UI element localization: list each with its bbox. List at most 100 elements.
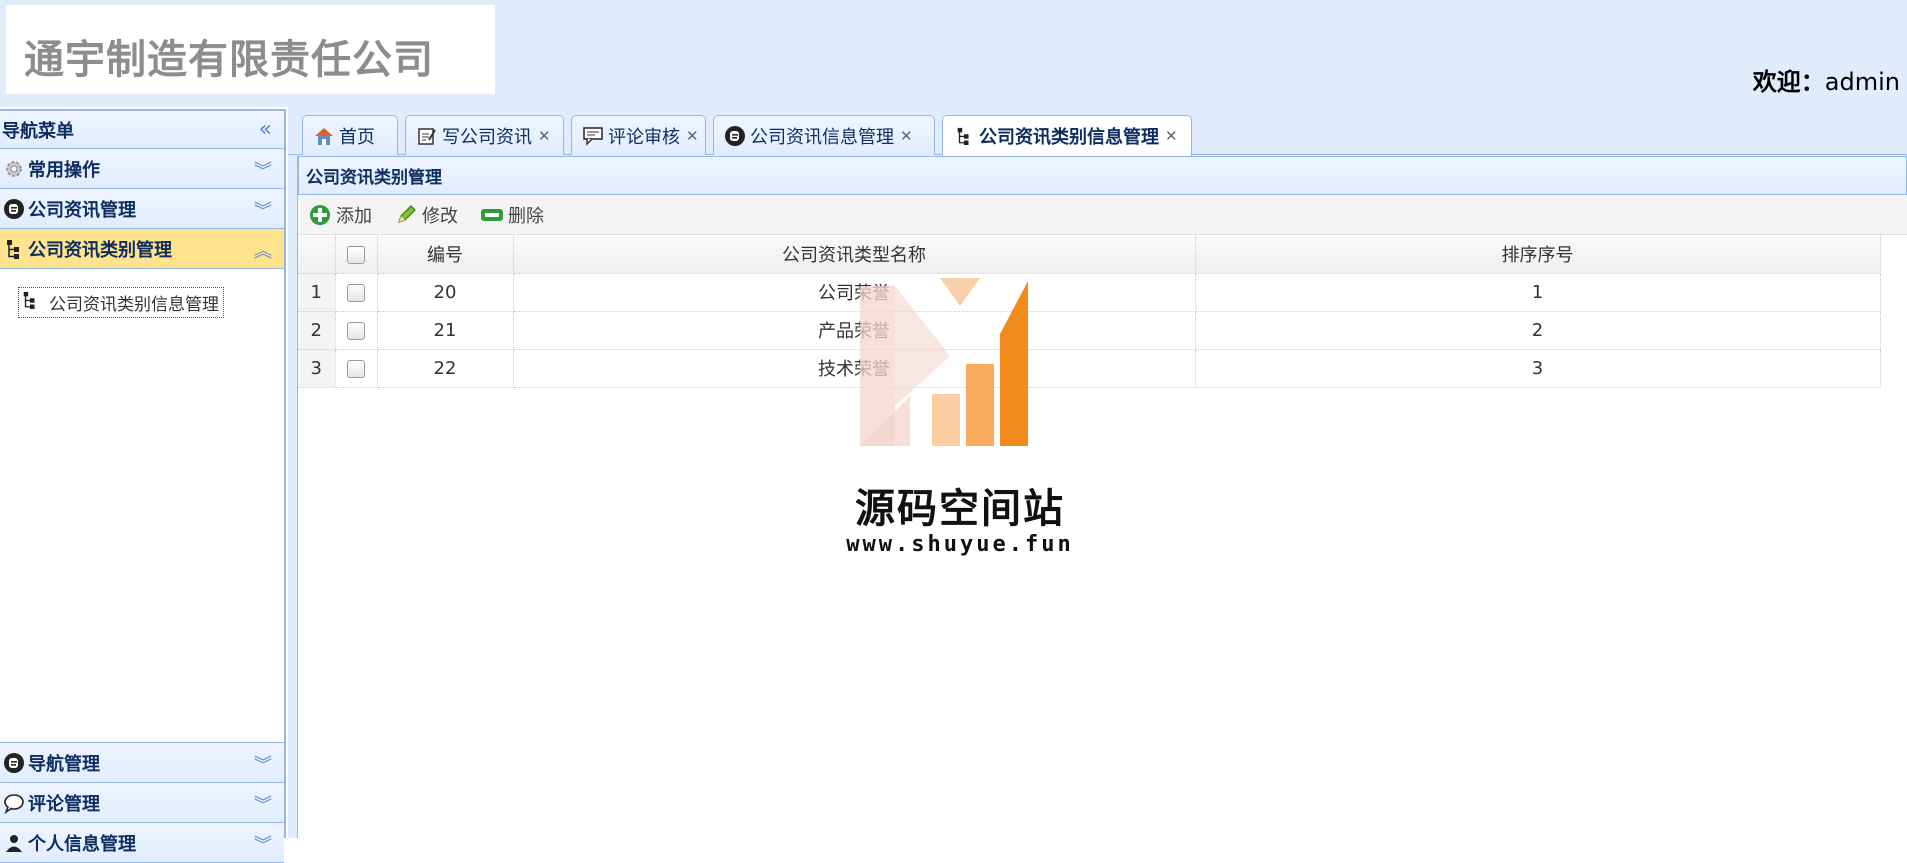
tab-comment-review[interactable]: 评论审核 ✕	[571, 115, 706, 155]
sidebar-section-label: 导航管理	[28, 753, 100, 775]
select-all-checkbox[interactable]	[347, 245, 365, 264]
sidebar-section-profile[interactable]: 个人信息管理 ︾	[0, 823, 284, 863]
tab-label: 首页	[339, 126, 375, 148]
user-icon	[2, 831, 26, 855]
delete-label: 删除	[508, 205, 544, 227]
sidebar-section-label: 公司资讯类别管理	[28, 239, 172, 261]
cell-name: 产品荣誉	[513, 311, 1196, 350]
username: admin	[1824, 68, 1900, 96]
table-header-row: 编号 公司资讯类型名称 排序序号	[298, 236, 1881, 274]
sidebar: 导航菜单 « 常用操作 ︾ 公司资讯管理 ︾ 公司资讯类别管理 ︽ 公司资讯类别…	[0, 109, 286, 863]
cell-name: 公司荣誉	[513, 273, 1196, 312]
chevron-down-icon: ︾	[254, 201, 272, 222]
cell-id: 20	[377, 273, 514, 312]
panel-title: 公司资讯类别管理	[306, 168, 442, 188]
sidebar-section-label: 公司资讯管理	[28, 199, 136, 221]
close-icon[interactable]: ✕	[900, 127, 913, 145]
tab-strip: 首页 写公司资讯 ✕ 评论审核 ✕ 公司资讯信息管理 ✕ 公司资讯类别信息管理 …	[288, 107, 1907, 156]
main-area: 首页 写公司资讯 ✕ 评论审核 ✕ 公司资讯信息管理 ✕ 公司资讯类别信息管理 …	[288, 107, 1907, 838]
sidebar-item-news-category-manage[interactable]: 公司资讯类别信息管理	[18, 287, 224, 318]
cell-id: 21	[377, 311, 514, 350]
table-row[interactable]: 3 22 技术荣誉 3	[298, 349, 1881, 388]
tab-home[interactable]: 首页	[302, 115, 398, 155]
delete-button[interactable]: 删除	[480, 202, 544, 228]
cell-order: 2	[1195, 311, 1881, 350]
row-select-cell	[335, 311, 378, 350]
welcome-label: 欢迎：	[1752, 68, 1825, 96]
collapse-sidebar-icon[interactable]: «	[259, 117, 272, 142]
toolbar: 添加 修改 删除	[298, 195, 1907, 235]
data-grid: 编号 公司资讯类型名称 排序序号 1 20 公司荣誉 1 2 21 产品荣誉 2…	[298, 236, 1881, 388]
sidebar-section-news-category[interactable]: 公司资讯类别管理 ︽	[0, 229, 284, 269]
sidebar-item-label: 公司资讯类别信息管理	[49, 295, 219, 315]
select-all-cell	[335, 236, 378, 274]
blogger-icon	[2, 751, 26, 775]
row-number: 3	[298, 349, 336, 388]
tab-write-news[interactable]: 写公司资讯 ✕	[405, 115, 564, 155]
content-panel: 公司资讯类别管理 添加 修改 删除 编号 公司资讯类型名称 排序序号 1 20 …	[297, 156, 1907, 838]
tab-label: 评论审核	[608, 126, 680, 148]
column-header[interactable]: 公司资讯类型名称	[513, 236, 1196, 274]
close-icon[interactable]: ✕	[686, 127, 699, 145]
row-checkbox[interactable]	[347, 321, 365, 340]
cell-order: 1	[1195, 273, 1881, 312]
tab-label: 公司资讯信息管理	[750, 126, 894, 148]
row-number: 2	[298, 311, 336, 350]
app-header: 通宇制造有限责任公司 欢迎：admin	[0, 0, 1907, 107]
speech-bubble-icon	[2, 791, 26, 815]
cell-order: 3	[1195, 349, 1881, 388]
close-icon[interactable]: ✕	[1165, 127, 1178, 145]
sidebar-section-nav[interactable]: 导航管理 ︾	[0, 743, 284, 783]
column-header[interactable]: 排序序号	[1195, 236, 1881, 274]
tree-icon	[953, 125, 975, 147]
tree-icon	[2, 237, 26, 261]
row-checkbox[interactable]	[347, 283, 365, 302]
tab-news-manage[interactable]: 公司资讯信息管理 ✕	[713, 115, 935, 155]
chevron-down-icon: ︾	[254, 755, 272, 776]
minus-icon	[480, 203, 504, 227]
gear-icon	[2, 157, 26, 181]
row-checkbox[interactable]	[347, 359, 365, 378]
edit-label: 修改	[422, 205, 458, 227]
add-label: 添加	[336, 205, 372, 227]
chevron-down-icon: ︾	[254, 795, 272, 816]
pencil-icon	[394, 203, 418, 227]
sidebar-section-body: 公司资讯类别信息管理	[0, 269, 284, 743]
tab-label: 公司资讯类别信息管理	[979, 127, 1159, 148]
close-icon[interactable]: ✕	[538, 127, 551, 145]
chevron-up-icon: ︽	[254, 241, 272, 262]
sidebar-section-common[interactable]: 常用操作 ︾	[0, 149, 284, 189]
sidebar-section-label: 评论管理	[28, 793, 100, 815]
table-row[interactable]: 1 20 公司荣誉 1	[298, 273, 1881, 312]
sidebar-section-news[interactable]: 公司资讯管理 ︾	[0, 189, 284, 229]
sidebar-section-comment[interactable]: 评论管理 ︾	[0, 783, 284, 823]
comment-icon	[582, 125, 604, 147]
blogger-icon	[724, 125, 746, 147]
company-name: 通宇制造有限责任公司	[24, 37, 434, 83]
table-row[interactable]: 2 21 产品荣誉 2	[298, 311, 1881, 350]
plus-icon	[308, 203, 332, 227]
row-select-cell	[335, 273, 378, 312]
row-select-cell	[335, 349, 378, 388]
chevron-down-icon: ︾	[254, 161, 272, 182]
home-icon	[313, 125, 335, 147]
add-button[interactable]: 添加	[308, 202, 372, 228]
edit-icon	[416, 125, 438, 147]
cell-id: 22	[377, 349, 514, 388]
tab-label: 写公司资讯	[442, 126, 532, 148]
welcome-text: 欢迎：admin	[1753, 62, 1900, 97]
cell-name: 技术荣誉	[513, 349, 1196, 388]
logo-banner: 通宇制造有限责任公司	[6, 5, 495, 94]
column-header[interactable]: 编号	[377, 236, 514, 274]
chevron-down-icon: ︾	[254, 835, 272, 856]
row-number: 1	[298, 273, 336, 312]
tree-icon	[21, 290, 39, 315]
blogger-icon	[2, 197, 26, 221]
row-number-header	[298, 236, 336, 274]
sidebar-title: 导航菜单	[2, 120, 74, 142]
sidebar-header: 导航菜单 «	[0, 111, 284, 149]
sidebar-section-label: 常用操作	[28, 159, 100, 181]
tab-news-category-manage[interactable]: 公司资讯类别信息管理 ✕	[942, 115, 1192, 156]
edit-button[interactable]: 修改	[394, 202, 458, 228]
sidebar-section-label: 个人信息管理	[28, 833, 136, 855]
